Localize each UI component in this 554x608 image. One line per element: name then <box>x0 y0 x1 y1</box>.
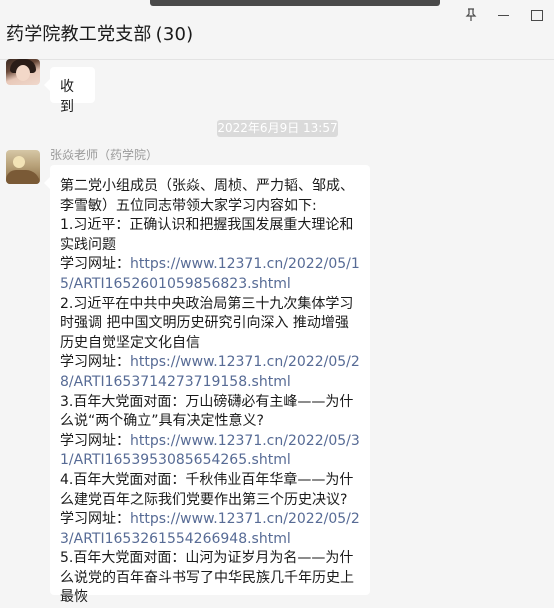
avatar-sun <box>13 156 25 168</box>
minimize-button[interactable] <box>492 4 514 26</box>
maximize-icon <box>531 9 543 21</box>
chat-title: 药学院教工党支部 (30) <box>6 20 193 46</box>
message-bubble[interactable]: 第二党小组成员（张焱、周桢、严力韬、邹成、李雪敏）五位同志带领大家学习内容如下:… <box>44 165 370 605</box>
maximize-button[interactable] <box>526 4 548 26</box>
link-label: 学习网址： <box>60 256 130 273</box>
link-label: 学习网址： <box>60 432 130 449</box>
message-line: 1.习近平：正确认识和把握我国发展重大理论和实践问题 <box>60 217 354 253</box>
avatar[interactable] <box>6 59 40 85</box>
cropped-top-strip <box>150 0 440 6</box>
link-label: 学习网址： <box>60 354 130 371</box>
sender-name: 张焱老师（药学院） <box>50 148 159 162</box>
message-bubble[interactable]: 收到 <box>44 67 95 115</box>
member-count: (30) <box>155 24 194 45</box>
message-line: 4.百年大党面对面：千秋伟业百年华章——为什么建党百年之际我们党要作出第三个历史… <box>60 471 354 508</box>
timestamp-badge: 2022年6月9日 13:57 <box>217 120 338 137</box>
chat-title-name: 药学院教工党支部 <box>6 24 152 45</box>
link-label: 学习网址： <box>60 511 130 528</box>
title-bar: 药学院教工党支部 (30) <box>0 0 554 60</box>
link-line: 学习网址：https://www.12371.cn/2022/05/23/ART… <box>60 510 362 549</box>
link-line: 学习网址：https://www.12371.cn/2022/05/31/ART… <box>60 432 362 471</box>
minimize-icon <box>497 14 509 16</box>
chat-area[interactable]: 收到 2022年6月9日 13:57 张焱老师（药学院） 第二党小组成员（张焱、… <box>0 59 554 605</box>
link-line: 学习网址：https://www.12371.cn/2022/05/15/ART… <box>60 255 362 294</box>
message-text: 收到 <box>60 79 74 115</box>
link-line: 学习网址：https://www.12371.cn/2022/05/28/ART… <box>60 353 362 392</box>
message-line: 第二党小组成员（张焱、周桢、严力韬、邹成、李雪敏）五位同志带领大家学习内容如下: <box>60 178 354 214</box>
message-line: 2.习近平在中共中央政治局第三十九次集体学习时强调 把中国文明历史研究引向深入 … <box>60 295 354 351</box>
pin-icon[interactable] <box>460 4 482 26</box>
message-line: 5.百年大党面对面：山河为证岁月为名——为什么说党的百年奋斗书写了中华民族几千年… <box>60 550 354 606</box>
avatar-face <box>16 65 30 81</box>
message-line: 3.百年大党面对面：万山磅礴必有主峰——为什么说“两个确立”具有决定性意义? <box>60 393 354 430</box>
avatar[interactable] <box>6 150 40 184</box>
avatar-hill <box>6 170 40 184</box>
